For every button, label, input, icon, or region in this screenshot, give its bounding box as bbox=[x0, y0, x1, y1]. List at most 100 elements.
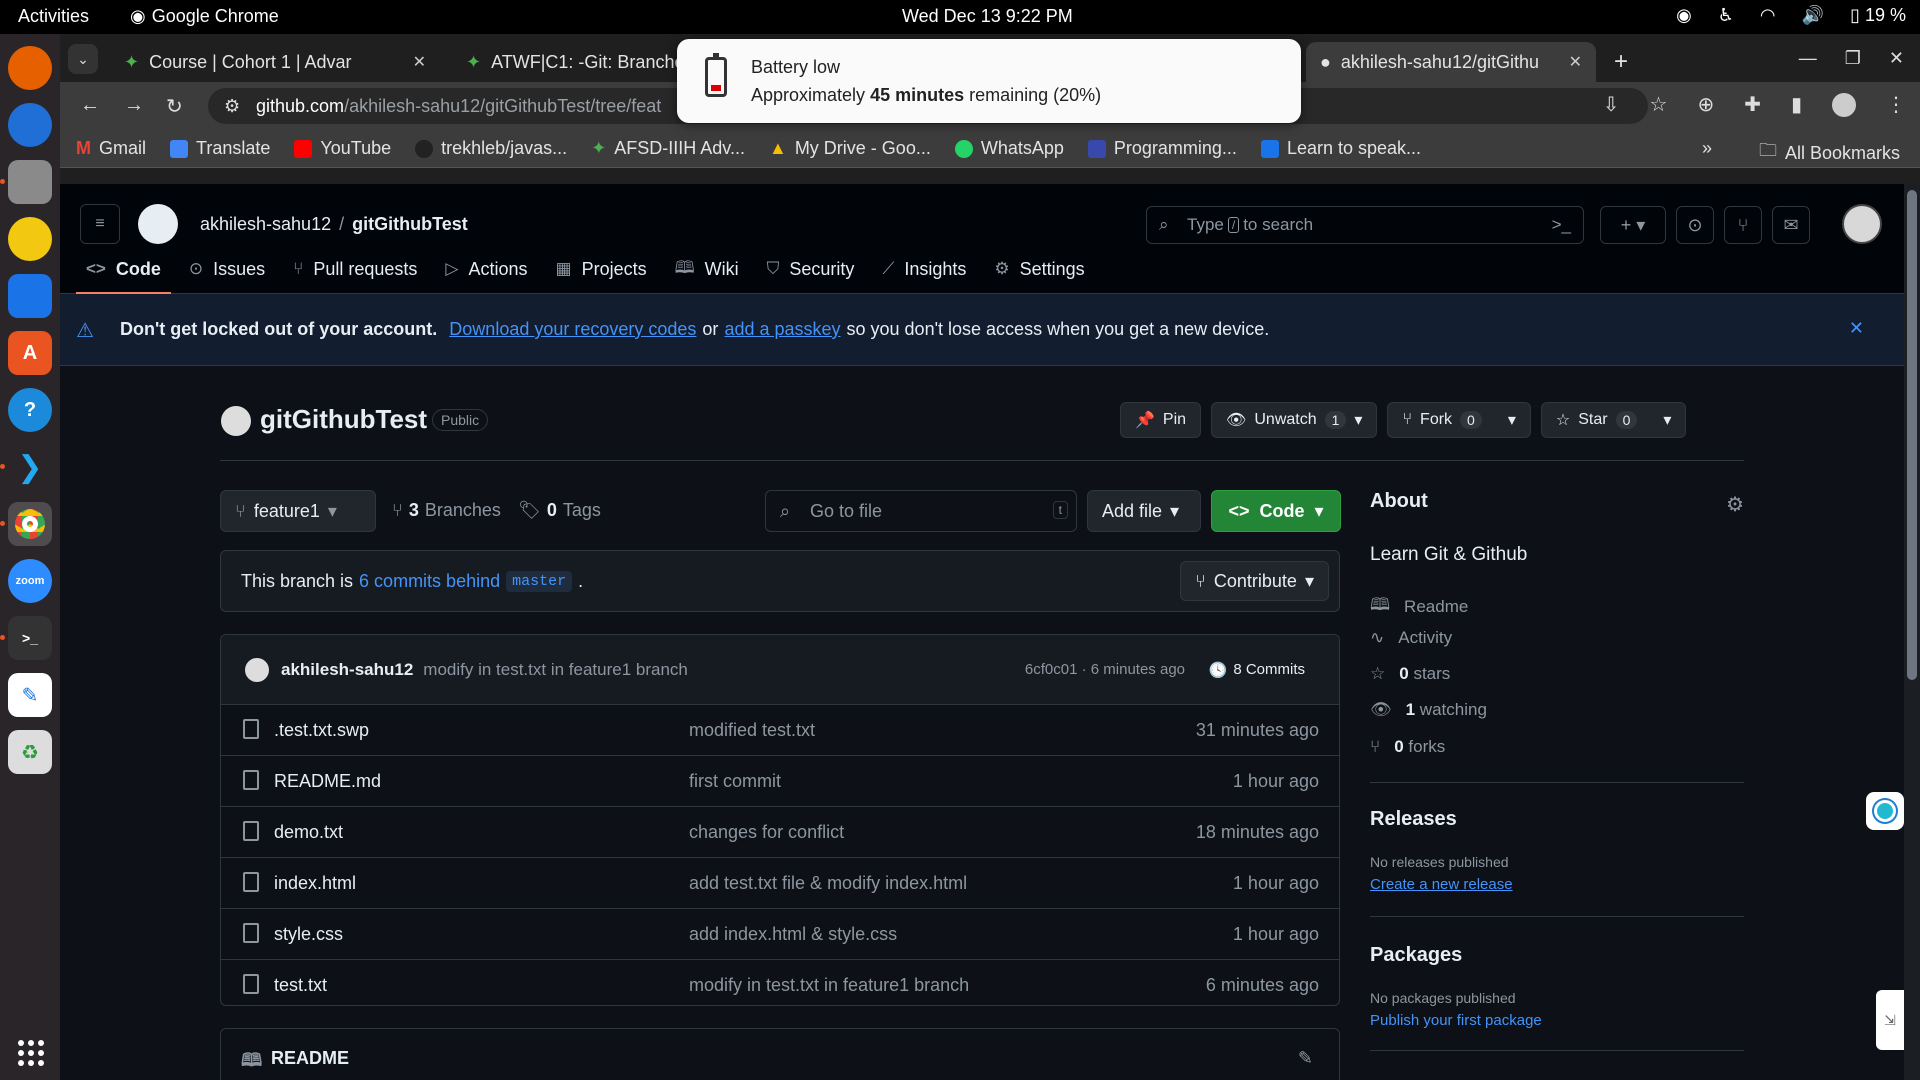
table-row[interactable]: demo.txt changes for conflict 18 minutes a… bbox=[221, 807, 1339, 858]
activity-link[interactable]: ∿ Activity bbox=[1370, 628, 1452, 648]
chrome-tray-icon[interactable]: ◉ bbox=[1676, 5, 1692, 26]
command-palette-icon[interactable]: >_ bbox=[1552, 215, 1571, 235]
new-tab-button[interactable]: + bbox=[1600, 42, 1640, 82]
base-branch[interactable]: master bbox=[506, 570, 573, 592]
reload-icon[interactable]: ↻ bbox=[166, 94, 183, 119]
tab-issues[interactable]: ⊙ Issues bbox=[175, 244, 279, 294]
close-icon[interactable]: ✕ bbox=[1849, 318, 1864, 339]
tab-actions[interactable]: ▷ Actions bbox=[431, 244, 541, 294]
commit-author-avatar[interactable] bbox=[245, 657, 269, 682]
pin-button[interactable]: 📌 Pin bbox=[1120, 402, 1202, 438]
owner-avatar[interactable] bbox=[221, 406, 251, 436]
menu-icon[interactable]: ≡ bbox=[80, 204, 120, 244]
stars-link[interactable]: ☆ 0 stars bbox=[1370, 664, 1450, 684]
commits-behind-link[interactable]: 6 commits behind bbox=[359, 571, 500, 592]
bookmark-translate[interactable]: Translate bbox=[170, 138, 270, 159]
file-commit-message[interactable]: modify in test.txt in feature1 branch bbox=[689, 975, 969, 996]
forks-link[interactable]: ⑂ 0 forks bbox=[1370, 737, 1445, 757]
issues-icon[interactable]: ⊙ bbox=[1676, 206, 1714, 244]
owner-link[interactable]: akhilesh-sahu12 bbox=[200, 214, 331, 234]
add-passkey-link[interactable]: add a passkey bbox=[724, 319, 840, 340]
all-bookmarks-button[interactable]: 🗀 All Bookmarks bbox=[1759, 138, 1900, 168]
thunderbird-icon[interactable] bbox=[8, 103, 52, 147]
show-apps-icon[interactable] bbox=[18, 1040, 44, 1066]
file-name[interactable]: test.txt bbox=[274, 975, 327, 996]
file-commit-message[interactable]: add index.html & style.css bbox=[689, 924, 897, 945]
file-name[interactable]: demo.txt bbox=[274, 822, 343, 843]
trash-icon[interactable]: ♻ bbox=[8, 730, 52, 774]
text-editor-icon[interactable]: ✎ bbox=[8, 673, 52, 717]
search-input[interactable]: ⌕ Type / to search >_ bbox=[1146, 206, 1584, 244]
tab-close-icon[interactable]: ✕ bbox=[413, 52, 426, 72]
table-row[interactable]: .test.txt.swp modified test.txt 31 minutes… bbox=[221, 705, 1339, 756]
browser-tab-active[interactable]: ● akhilesh-sahu12/gitGithu ✕ bbox=[1306, 42, 1596, 82]
bookmark-gmail[interactable]: M Gmail bbox=[76, 138, 146, 159]
commit-hash-time[interactable]: 6cf0c01 · 6 minutes ago bbox=[1025, 661, 1185, 678]
table-row[interactable]: index.html add test.txt file & modify ind… bbox=[221, 858, 1339, 909]
pull-requests-icon[interactable]: ⑂ bbox=[1724, 206, 1762, 244]
floating-assistant-icon[interactable] bbox=[1866, 792, 1904, 830]
watching-link[interactable]: 👁 1 watching bbox=[1370, 700, 1487, 720]
zoom-icon[interactable]: zoom bbox=[8, 559, 52, 603]
branch-selector[interactable]: ⑂ feature1 ▾ bbox=[220, 490, 376, 532]
file-commit-message[interactable]: changes for conflict bbox=[689, 822, 844, 843]
repo-title[interactable]: gitGithubTest bbox=[260, 404, 427, 435]
bookmark-learn[interactable]: Learn to speak... bbox=[1260, 138, 1421, 159]
inbox-icon[interactable]: ✉ bbox=[1772, 206, 1810, 244]
add-file-button[interactable]: Add file ▾ bbox=[1087, 490, 1201, 532]
branches-link[interactable]: ⑂ 3 Branches bbox=[392, 500, 501, 521]
software-center-icon[interactable]: A bbox=[8, 331, 52, 375]
contribute-button[interactable]: ⑂ Contribute ▾ bbox=[1180, 561, 1329, 601]
star-button[interactable]: ☆ Star 0 ▾ bbox=[1540, 402, 1687, 438]
tags-link[interactable]: 🏷 0 Tags bbox=[518, 500, 601, 521]
code-button[interactable]: <> Code ▾ bbox=[1211, 490, 1341, 532]
create-release-link[interactable]: Create a new release bbox=[1370, 876, 1513, 893]
fork-dropdown-icon[interactable]: ▾ bbox=[1508, 410, 1516, 430]
volume-icon[interactable]: 🔊 bbox=[1802, 5, 1824, 26]
bookmark-afsd[interactable]: ✦ AFSD-IIIH Adv... bbox=[591, 138, 745, 159]
bookmark-trekhleb[interactable]: trekhleb/javas... bbox=[415, 138, 567, 159]
table-row[interactable]: test.txt modify in test.txt in feature1 b… bbox=[221, 960, 1339, 1005]
system-tray[interactable]: ◉ ♿ ◠ 🔊 ▯ 19 % bbox=[1676, 5, 1906, 26]
tab-wiki[interactable]: 🕮 Wiki bbox=[661, 244, 753, 294]
table-row[interactable]: README.md first commit 1 hour ago bbox=[221, 756, 1339, 807]
tab-security[interactable]: ⛉ Security bbox=[753, 244, 869, 294]
clock[interactable]: Wed Dec 13 9:22 PM bbox=[902, 6, 1073, 27]
install-app-icon[interactable]: ⇩ bbox=[1603, 92, 1620, 117]
file-name[interactable]: README.md bbox=[274, 771, 381, 792]
user-avatar[interactable] bbox=[1842, 204, 1882, 244]
file-commit-message[interactable]: first commit bbox=[689, 771, 781, 792]
go-to-file-input[interactable]: ⌕ Go to file t bbox=[765, 490, 1077, 532]
publish-package-link[interactable]: Publish your first package bbox=[1370, 1012, 1542, 1029]
edit-icon[interactable]: ✎ bbox=[1298, 1048, 1313, 1069]
minimize-icon[interactable]: — bbox=[1799, 48, 1817, 69]
back-icon[interactable]: ← bbox=[80, 94, 100, 117]
file-name[interactable]: .test.txt.swp bbox=[274, 720, 369, 741]
bookmarks-overflow-icon[interactable]: » bbox=[1702, 138, 1712, 159]
file-commit-message[interactable]: modified test.txt bbox=[689, 720, 815, 741]
table-row[interactable]: style.css add index.html & style.css 1 hou… bbox=[221, 909, 1339, 960]
releases-heading[interactable]: Releases bbox=[1370, 808, 1457, 831]
rhythmbox-icon[interactable] bbox=[8, 217, 52, 261]
commit-message[interactable]: modify in test.txt in feature1 branch bbox=[423, 660, 688, 680]
battery-notification[interactable]: Battery low Approximately 45 minutes rem… bbox=[677, 39, 1301, 123]
wifi-icon[interactable]: ◠ bbox=[1760, 5, 1776, 26]
active-app-menu[interactable]: ◉ Google Chrome bbox=[130, 6, 279, 27]
accessibility-icon[interactable]: ♿ bbox=[1718, 5, 1734, 26]
bookmark-youtube[interactable]: YouTube bbox=[294, 138, 391, 159]
page-scrollbar[interactable] bbox=[1904, 184, 1920, 1080]
side-panel-icon[interactable]: ▮ bbox=[1791, 92, 1802, 117]
extensions-icon[interactable]: ✚ bbox=[1744, 92, 1761, 117]
star-dropdown-icon[interactable]: ▾ bbox=[1663, 410, 1671, 430]
tab-settings[interactable]: ⚙ Settings bbox=[980, 244, 1098, 294]
close-window-icon[interactable]: ✕ bbox=[1889, 48, 1904, 69]
firefox-icon[interactable] bbox=[8, 46, 52, 90]
terminal-icon[interactable]: >_ bbox=[0, 616, 52, 660]
file-name[interactable]: index.html bbox=[274, 873, 356, 894]
floating-side-tab[interactable]: ⇲ bbox=[1876, 990, 1904, 1050]
bookmark-programming[interactable]: Programming... bbox=[1087, 138, 1237, 159]
tab-insights[interactable]: ⟋ Insights bbox=[868, 244, 980, 294]
packages-heading[interactable]: Packages bbox=[1370, 944, 1462, 967]
files-icon[interactable] bbox=[0, 160, 52, 204]
maximize-icon[interactable]: ❐ bbox=[1845, 48, 1861, 69]
